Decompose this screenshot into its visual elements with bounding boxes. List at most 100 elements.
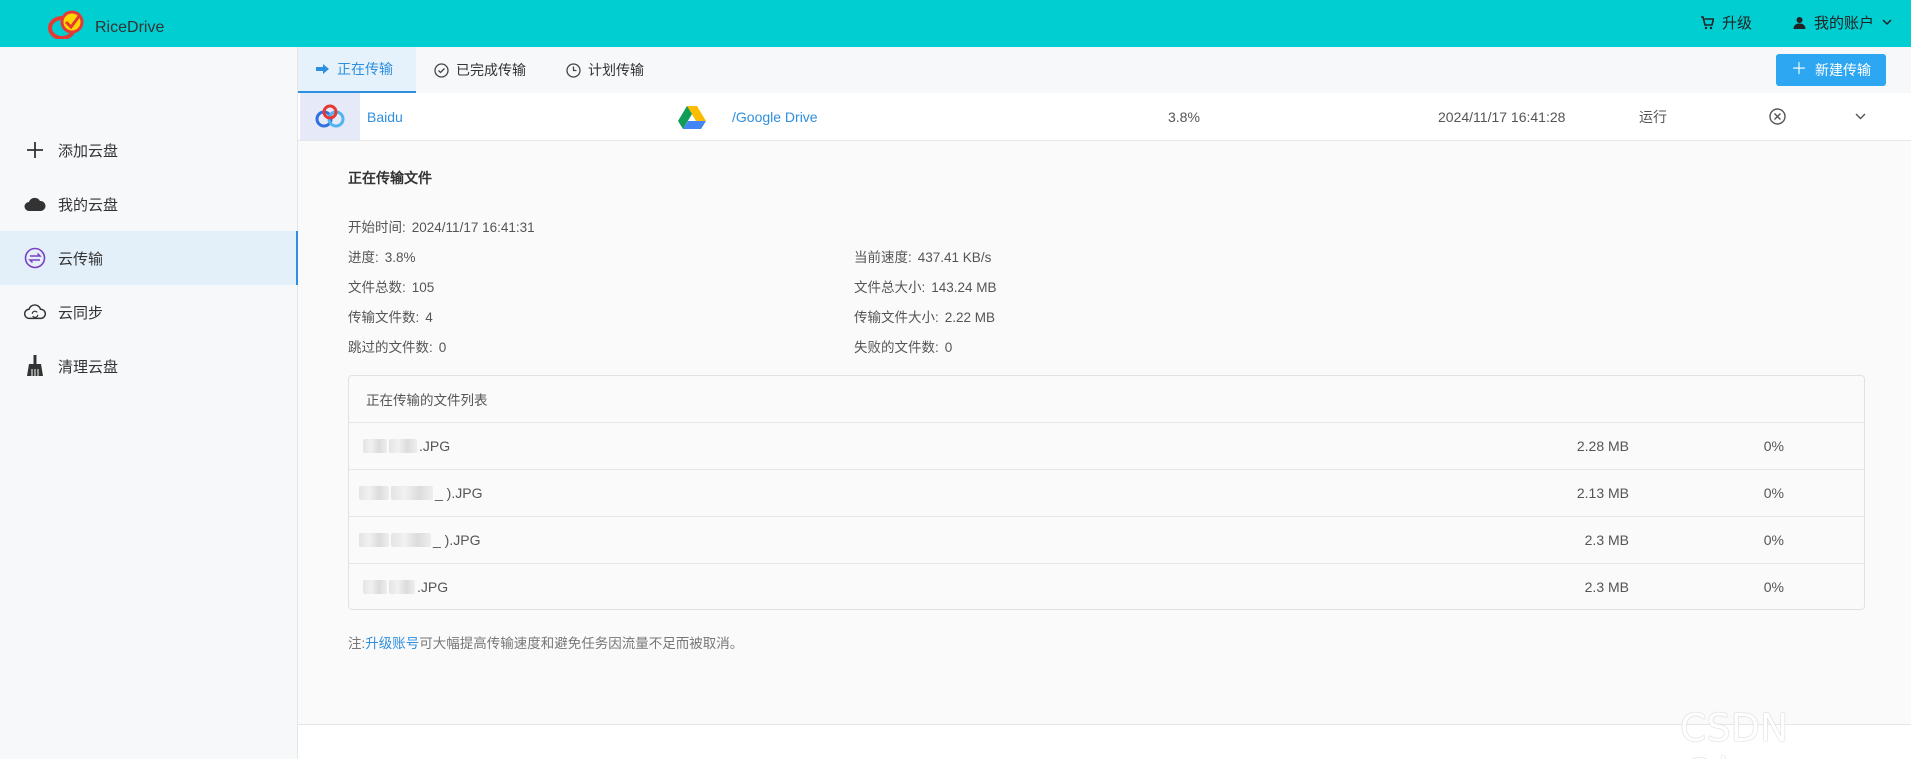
file-row: .JPG 2.28 MB 0%: [349, 423, 1864, 470]
total-size-field: 文件总大小: 143.24 MB: [854, 276, 997, 296]
file-name-text: _ ).JPG: [435, 485, 483, 501]
file-progress: 0%: [1763, 532, 1784, 548]
transferred-files-field: 传输文件数: 4: [348, 306, 433, 326]
chevron-down-icon: [1882, 19, 1892, 26]
tab-completed[interactable]: 已完成传输: [416, 47, 544, 93]
sidebar-item-cloud-sync[interactable]: 云同步: [0, 285, 298, 339]
upgrade-label: 升级: [1722, 15, 1753, 32]
sidebar-item-label: 云同步: [58, 304, 104, 322]
task-status: 运行: [1639, 108, 1667, 125]
total-files-label: 文件总数:: [348, 280, 406, 295]
start-time-field: 开始时间: 2024/11/17 16:41:31: [348, 216, 535, 236]
start-time-value: 2024/11/17 16:41:31: [411, 220, 535, 235]
cloud-icon: [24, 193, 46, 215]
sidebar-item-label: 添加云盘: [58, 142, 119, 160]
file-size: 2.3 MB: [1584, 579, 1629, 595]
account-menu[interactable]: 我的账户: [1793, 12, 1892, 33]
upgrade-note: 注:升级账号可大幅提高传输速度和避免任务因流量不足而被取消。: [348, 632, 743, 652]
progress-field: 进度: 3.8%: [348, 246, 416, 266]
top-bar: RiceDrive 升级 我的账户: [0, 0, 1911, 47]
clock-icon: [566, 62, 581, 78]
start-time-label: 开始时间:: [348, 220, 406, 235]
main-content: 正在传输 已完成传输 计划传输 ＋ 新建传输 Baidu /Google Dri…: [298, 47, 1911, 759]
transferred-size-value: 2.22 MB: [944, 310, 996, 325]
file-progress: 0%: [1763, 438, 1784, 454]
failed-value: 0: [944, 340, 953, 355]
new-transfer-button[interactable]: ＋ 新建传输: [1776, 54, 1886, 86]
brand-name: RiceDrive: [95, 19, 165, 36]
transfer-tabs: 正在传输 已完成传输 计划传输 ＋ 新建传输: [298, 47, 1911, 93]
transferred-size-label: 传输文件大小:: [854, 310, 939, 325]
sidebar-item-cloud-transfer[interactable]: 云传输: [0, 231, 298, 285]
tab-label: 正在传输: [337, 61, 393, 77]
ricedrive-logo[interactable]: [48, 9, 86, 39]
file-row: _ ).JPG 2.3 MB 0%: [349, 517, 1864, 564]
arrow-right-icon: [316, 64, 329, 74]
file-row: _ ).JPG 2.13 MB 0%: [349, 470, 1864, 517]
file-progress: 0%: [1763, 579, 1784, 595]
total-files-value: 105: [411, 280, 435, 295]
chevron-down-icon: [1855, 113, 1866, 120]
baidu-logo: [300, 93, 360, 140]
transferred-files-label: 传输文件数:: [348, 310, 420, 325]
tab-label: 计划传输: [588, 62, 644, 78]
sidebar-item-my-cloud[interactable]: 我的云盘: [0, 177, 298, 231]
source-drive-link[interactable]: Baidu: [367, 93, 403, 140]
transferring-file-list: 正在传输的文件列表 .JPG 2.28 MB 0% _ ).JPG 2.13 M…: [348, 375, 1865, 610]
broom-icon: [24, 355, 46, 377]
user-icon: [1793, 17, 1806, 29]
transferred-files-value: 4: [425, 310, 433, 325]
file-progress: 0%: [1763, 485, 1784, 501]
account-label: 我的账户: [1814, 15, 1875, 32]
google-drive-icon: [678, 93, 708, 140]
sidebar-item-add-cloud[interactable]: 添加云盘: [0, 123, 298, 177]
tab-scheduled[interactable]: 计划传输: [548, 47, 662, 93]
tab-label: 已完成传输: [456, 62, 526, 78]
detail-title: 正在传输文件: [348, 170, 432, 186]
check-circle-icon: [434, 62, 449, 78]
collapse-toggle[interactable]: [1855, 93, 1866, 140]
failed-label: 失败的文件数:: [854, 340, 939, 355]
progress-label: 进度:: [348, 250, 379, 265]
file-name: _ ).JPG: [359, 517, 480, 563]
watermark: CSDN @bgom: [1680, 706, 1827, 759]
new-transfer-label: 新建传输: [1815, 62, 1871, 78]
file-size: 2.3 MB: [1584, 532, 1629, 548]
file-list-title: 正在传输的文件列表: [349, 376, 1864, 423]
cloud-sync-icon: [24, 301, 46, 323]
file-name: .JPG: [359, 423, 450, 469]
transfer-icon: [24, 247, 46, 269]
total-files-field: 文件总数: 105: [348, 276, 434, 296]
file-name: _ ).JPG: [359, 470, 482, 516]
cancel-transfer-button[interactable]: [1769, 93, 1786, 140]
sidebar-item-label: 清理云盘: [58, 358, 119, 376]
transferred-size-field: 传输文件大小: 2.22 MB: [854, 306, 995, 326]
note-prefix: 注:: [348, 636, 366, 651]
sidebar-item-label: 云传输: [58, 250, 104, 268]
total-size-value: 143.24 MB: [931, 280, 997, 295]
upgrade-button[interactable]: 升级: [1700, 12, 1752, 33]
close-circle-icon: [1769, 108, 1786, 125]
note-text: 可大幅提高传输速度和避免任务因流量不足而被取消。: [419, 636, 744, 651]
speed-field: 当前速度: 437.41 KB/s: [854, 246, 991, 266]
failed-files-field: 失败的文件数: 0: [854, 336, 952, 356]
plus-icon: [24, 139, 46, 161]
destination-path-link[interactable]: /Google Drive: [732, 93, 818, 140]
file-row: .JPG 2.3 MB 0%: [349, 564, 1864, 611]
file-name: .JPG: [359, 564, 448, 610]
cart-icon: [1701, 15, 1714, 29]
transfer-task-row[interactable]: Baidu /Google Drive 3.8% 2024/11/17 16:4…: [298, 93, 1911, 141]
tab-in-progress[interactable]: 正在传输: [298, 47, 416, 93]
file-name-text: _ ).JPG: [433, 532, 481, 548]
task-start-time: 2024/11/17 16:41:28: [1438, 108, 1566, 125]
total-size-label: 文件总大小:: [854, 280, 926, 295]
skipped-value: 0: [438, 340, 447, 355]
sidebar-item-label: 我的云盘: [58, 196, 119, 214]
plus-icon: ＋: [1790, 61, 1807, 78]
transfer-detail-panel: 正在传输文件 开始时间: 2024/11/17 16:41:31 进度: 3.8% …: [298, 141, 1911, 725]
sidebar-item-clean-cloud[interactable]: 清理云盘: [0, 339, 298, 393]
upgrade-account-link[interactable]: 升级账号: [365, 636, 419, 651]
sidebar: 添加云盘 我的云盘 云传输 云同步 清理云盘: [0, 47, 298, 759]
speed-value: 437.41 KB/s: [917, 250, 992, 265]
file-size: 2.28 MB: [1576, 438, 1629, 454]
